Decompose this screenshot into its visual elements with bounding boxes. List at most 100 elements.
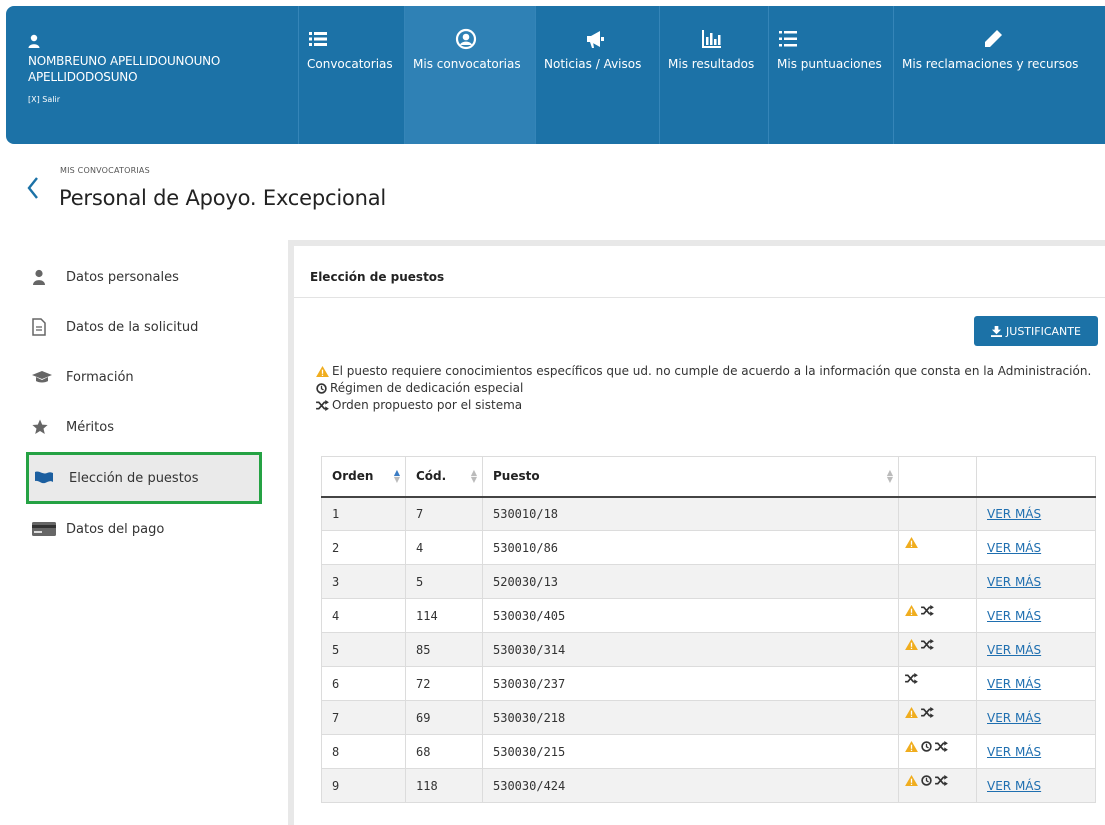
cell-actions: VER MÁS xyxy=(976,530,1096,565)
cell-cod: 85 xyxy=(405,632,483,667)
graduation-cap-icon xyxy=(32,371,52,383)
user-circle-icon xyxy=(455,28,477,50)
sidebar-item-eleccion-puestos[interactable]: Elección de puestos xyxy=(26,452,262,504)
cell-indicators xyxy=(898,598,977,633)
nav-item-mis-resultados[interactable]: Mis resultados xyxy=(659,6,768,144)
person-icon xyxy=(33,269,45,285)
column-header-orden[interactable]: Orden ▲ ▼ xyxy=(321,456,406,498)
cell-puesto: 530030/237 xyxy=(482,666,899,701)
ver-mas-link[interactable]: VER MÁS xyxy=(987,745,1041,759)
cell-cod: 68 xyxy=(405,734,483,769)
shuffle-icon xyxy=(921,604,934,616)
cell-puesto: 530030/405 xyxy=(482,598,899,633)
cell-puesto: 530030/424 xyxy=(482,768,899,803)
cell-orden: 7 xyxy=(321,700,406,735)
legend: El puesto requiere conocimientos específ… xyxy=(316,363,1096,414)
nav-item-convocatorias[interactable]: Convocatorias xyxy=(298,6,404,144)
cell-indicators xyxy=(898,530,977,565)
cell-cod: 4 xyxy=(405,530,483,565)
ver-mas-link[interactable]: VER MÁS xyxy=(987,575,1041,589)
cell-orden: 5 xyxy=(321,632,406,667)
ver-mas-link[interactable]: VER MÁS xyxy=(987,541,1041,555)
column-header-label: Cód. xyxy=(416,469,447,484)
logout-link[interactable]: [X] Salir xyxy=(28,92,298,108)
warning-icon xyxy=(905,536,918,548)
column-header-label: Orden xyxy=(332,469,374,484)
cell-puesto: 530030/215 xyxy=(482,734,899,769)
sidebar-item-datos-personales[interactable]: Datos personales xyxy=(32,252,272,302)
warning-icon xyxy=(905,638,918,650)
cell-cod: 69 xyxy=(405,700,483,735)
shuffle-icon xyxy=(316,400,329,411)
legend-shuffle: Orden propuesto por el sistema xyxy=(316,397,1096,414)
top-nav-bar: NOMBREUNO APELLIDOUNOUNO APELLIDODOSUNO … xyxy=(6,6,1105,144)
shuffle-icon xyxy=(921,638,934,650)
flag-icon xyxy=(35,471,53,484)
justificante-label: JUSTIFICANTE xyxy=(1006,324,1081,338)
cell-indicators xyxy=(898,700,977,735)
ver-mas-link[interactable]: VER MÁS xyxy=(987,507,1041,521)
breadcrumb[interactable]: MIS CONVOCATORIAS xyxy=(60,166,150,175)
ver-mas-link[interactable]: VER MÁS xyxy=(987,643,1041,657)
pencil-icon xyxy=(985,30,1002,47)
cell-orden: 8 xyxy=(321,734,406,769)
shuffle-icon xyxy=(921,706,934,718)
cell-indicators xyxy=(898,564,977,599)
nav-item-noticias[interactable]: Noticias / Avisos xyxy=(535,6,659,144)
warning-icon xyxy=(905,740,918,752)
table-row: 6 72 530030/237 VER MÁS xyxy=(321,666,1096,701)
sidebar-item-label: Elección de puestos xyxy=(69,470,199,486)
column-header-actions xyxy=(976,456,1096,498)
cell-cod: 5 xyxy=(405,564,483,599)
cell-actions: VER MÁS xyxy=(976,666,1096,701)
main-panel: Elección de puestos JUSTIFICANTE El pues… xyxy=(288,240,1105,825)
sidebar-item-meritos[interactable]: Méritos xyxy=(32,402,272,452)
column-header-indicators xyxy=(898,456,977,498)
document-icon xyxy=(32,318,46,336)
column-header-label: Puesto xyxy=(493,469,540,484)
sidebar-item-formacion[interactable]: Formación xyxy=(32,352,272,402)
sidebar-item-datos-pago[interactable]: Datos del pago xyxy=(32,504,272,554)
sidebar-item-label: Datos del pago xyxy=(66,521,165,537)
table-header-row: Orden ▲ ▼ Cód. ▲ ▼ Puesto ▲ ▼ xyxy=(321,456,1096,498)
column-header-puesto[interactable]: Puesto ▲ ▼ xyxy=(482,456,899,498)
nav-item-mis-puntuaciones[interactable]: Mis puntuaciones xyxy=(768,6,893,144)
nav-label: Convocatorias xyxy=(307,57,393,71)
warning-icon xyxy=(905,706,918,718)
cell-orden: 1 xyxy=(321,496,406,531)
warning-icon xyxy=(905,604,918,616)
table-row: 1 7 530010/18 VER MÁS xyxy=(321,496,1096,531)
nav-item-mis-convocatorias[interactable]: Mis convocatorias xyxy=(404,6,535,144)
justificante-button[interactable]: JUSTIFICANTE xyxy=(974,316,1098,346)
nav-label: Mis convocatorias xyxy=(413,57,521,71)
page-title: Personal de Apoyo. Excepcional xyxy=(59,186,387,210)
cell-actions: VER MÁS xyxy=(976,700,1096,735)
legend-clock-text: Régimen de dedicación especial xyxy=(330,381,524,395)
cell-orden: 6 xyxy=(321,666,406,701)
sidebar-item-label: Formación xyxy=(66,369,134,385)
nav-label: Mis resultados xyxy=(668,57,755,71)
sidebar-item-label: Datos personales xyxy=(66,269,179,285)
ver-mas-link[interactable]: VER MÁS xyxy=(987,677,1041,691)
user-block: NOMBREUNO APELLIDOUNOUNO APELLIDODOSUNO … xyxy=(6,6,298,144)
ver-mas-link[interactable]: VER MÁS xyxy=(987,609,1041,623)
sidebar-item-label: Méritos xyxy=(66,419,114,435)
nav-item-mis-reclamaciones[interactable]: Mis reclamaciones y recursos xyxy=(893,6,1095,144)
column-header-cod[interactable]: Cód. ▲ ▼ xyxy=(405,456,483,498)
megaphone-icon xyxy=(587,31,604,48)
cell-puesto: 530030/218 xyxy=(482,700,899,735)
table-row: 7 69 530030/218 VER MÁS xyxy=(321,700,1096,735)
chevron-left-icon[interactable] xyxy=(26,176,40,200)
ver-mas-link[interactable]: VER MÁS xyxy=(987,779,1041,793)
sidebar-item-label: Datos de la solicitud xyxy=(66,319,199,335)
table-row: 9 118 530030/424 VER MÁS xyxy=(321,768,1096,803)
cell-indicators xyxy=(898,632,977,667)
ver-mas-link[interactable]: VER MÁS xyxy=(987,711,1041,725)
cell-actions: VER MÁS xyxy=(976,632,1096,667)
star-icon xyxy=(32,419,48,434)
warning-icon xyxy=(316,366,329,377)
cell-orden: 9 xyxy=(321,768,406,803)
shuffle-icon xyxy=(905,672,918,684)
sidebar-item-datos-solicitud[interactable]: Datos de la solicitud xyxy=(32,302,272,352)
cell-actions: VER MÁS xyxy=(976,768,1096,803)
